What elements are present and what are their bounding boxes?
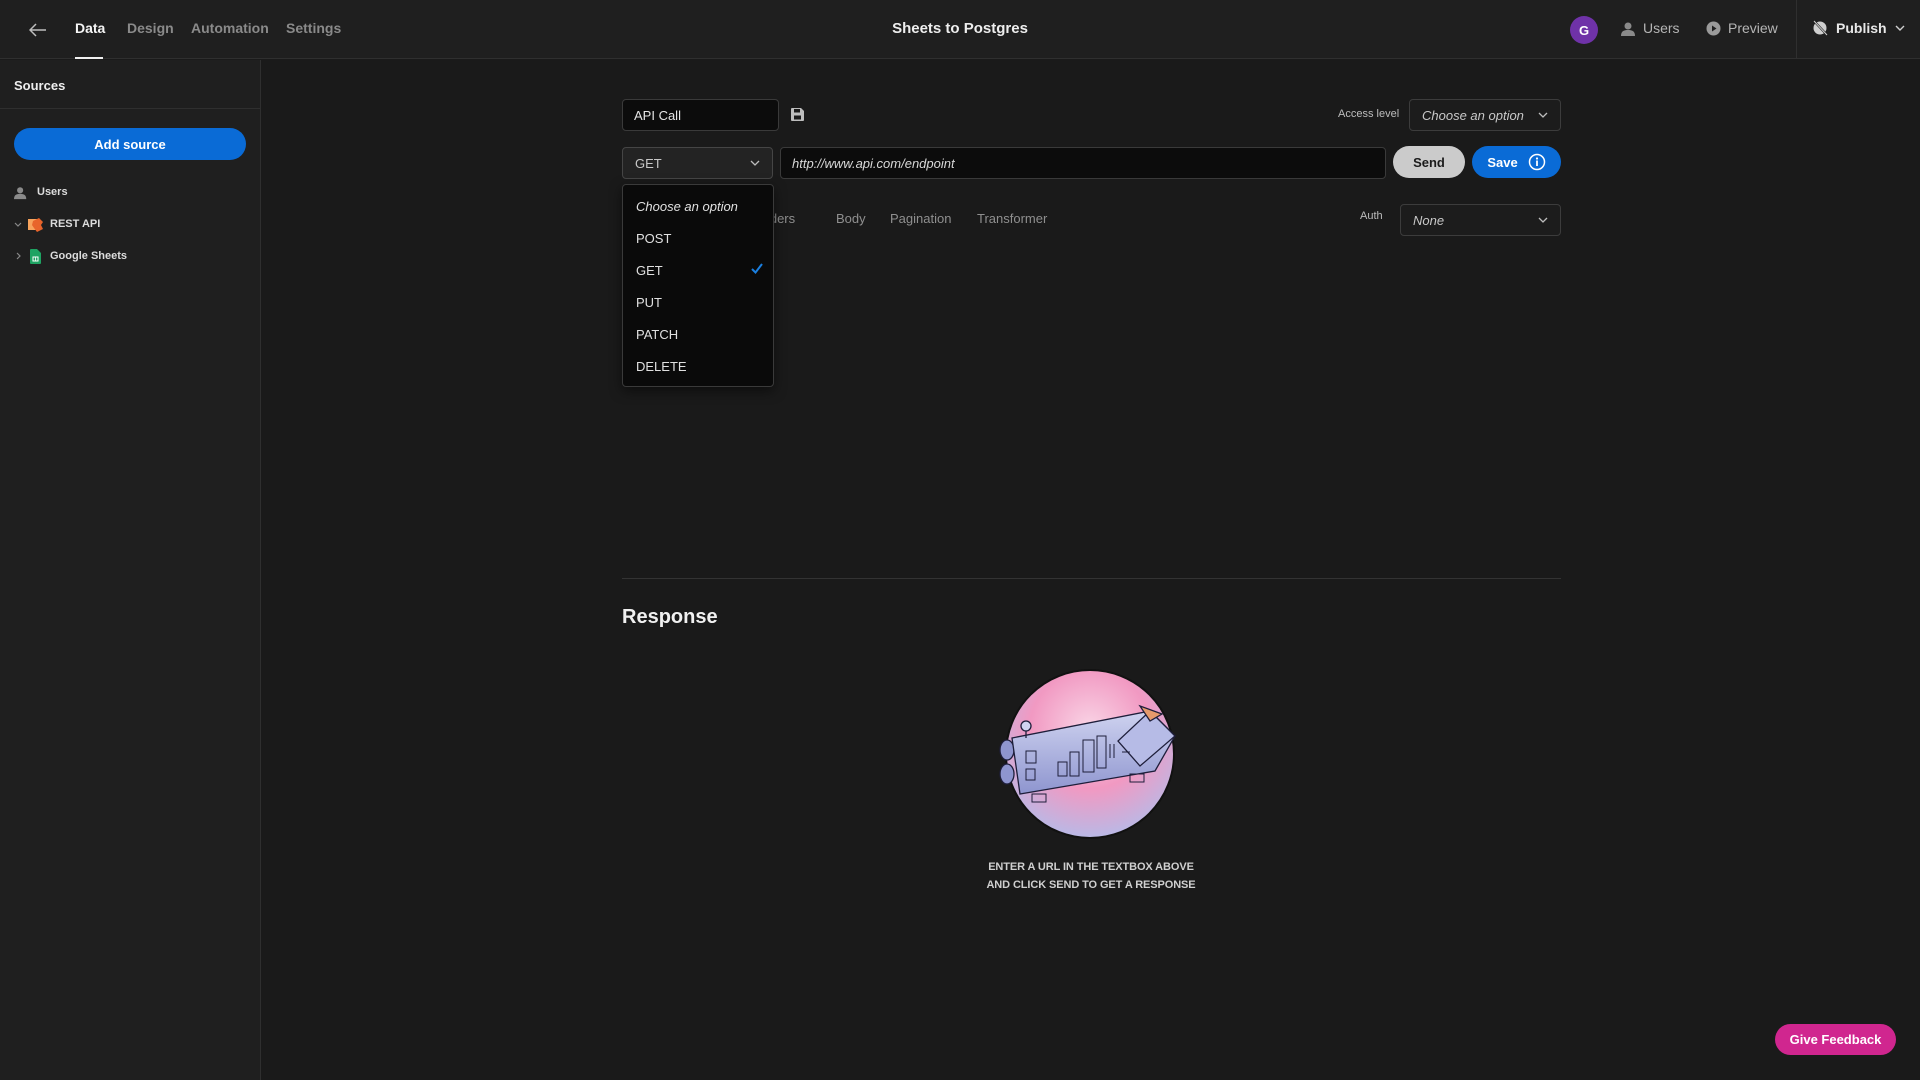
send-button[interactable]: Send (1393, 146, 1465, 178)
google-sheets-icon (30, 248, 41, 264)
avatar[interactable]: G (1570, 16, 1598, 44)
info-icon[interactable] (1528, 153, 1546, 171)
dropdown-option-put[interactable]: PUT (623, 289, 773, 315)
url-input[interactable]: http://www.api.com/endpoint (780, 147, 1386, 179)
dropdown-option-post[interactable]: POST (623, 225, 773, 251)
active-tab-indicator (75, 57, 103, 59)
sidebar-item-label: Google Sheets (50, 250, 128, 262)
back-button[interactable] (26, 18, 50, 42)
option-label: POST (636, 230, 672, 246)
chevron-down-icon (750, 160, 760, 166)
dropdown-option-get[interactable]: GET (623, 257, 773, 283)
dropdown-placeholder[interactable]: Choose an option (623, 193, 773, 219)
users-button[interactable]: Users (1620, 20, 1680, 36)
globe-off-icon (1813, 20, 1828, 36)
rest-api-icon (28, 217, 44, 232)
spaceship-illustration (999, 669, 1176, 839)
sidebar-item-rest-api[interactable]: REST API (0, 211, 261, 237)
save-label: Save (1487, 154, 1518, 170)
tab-transformer[interactable]: Transformer (977, 211, 1047, 226)
dropdown-option-patch[interactable]: PATCH (623, 321, 773, 347)
users-icon (14, 185, 28, 200)
users-icon (1621, 22, 1635, 36)
auth-value: None (1413, 212, 1445, 228)
tab-data[interactable]: Data (75, 20, 105, 36)
app-title: Sheets to Postgres (892, 20, 1028, 37)
response-hint: ENTER A URL IN THE TEXTBOX ABOVE AND CLI… (891, 858, 1291, 894)
section-divider (622, 578, 1561, 579)
chevron-down-icon[interactable] (12, 222, 24, 227)
method-dropdown-menu: Choose an option POST GET PUT PATCH DELE… (622, 184, 774, 387)
sidebar-divider (0, 108, 261, 109)
sidebar-item-users[interactable]: Users (0, 179, 261, 205)
top-divider (1796, 0, 1797, 59)
publish-label: Publish (1836, 20, 1887, 36)
preview-button[interactable]: Preview (1706, 20, 1778, 36)
tab-automation[interactable]: Automation (191, 20, 269, 36)
add-source-button[interactable]: Add source (14, 128, 246, 160)
top-bar: Data Design Automation Settings Sheets t… (0, 0, 1920, 59)
floppy-disk-icon (791, 108, 804, 121)
response-hint-line2: AND CLICK SEND TO GET A RESPONSE (986, 879, 1196, 891)
checkmark-icon (751, 263, 763, 274)
option-label: PUT (636, 294, 662, 310)
play-icon (1706, 21, 1721, 35)
access-level-label: Access level (1338, 108, 1400, 120)
tab-settings[interactable]: Settings (286, 20, 341, 36)
method-select[interactable]: GET (622, 147, 773, 179)
publish-button[interactable]: Publish (1812, 20, 1905, 36)
sidebar-item-label: Users (37, 186, 68, 198)
preview-label: Preview (1728, 20, 1778, 36)
auth-label: Auth (1360, 210, 1383, 222)
chevron-down-icon (1895, 25, 1905, 31)
auth-select[interactable]: None (1400, 204, 1561, 236)
access-level-value: Choose an option (1422, 107, 1524, 123)
response-hint-line1: ENTER A URL IN THE TEXTBOX ABOVE (988, 861, 1194, 873)
sidebar-item-label: REST API (50, 218, 101, 230)
save-name-button[interactable] (791, 108, 804, 126)
sidebar-item-google-sheets[interactable]: Google Sheets (0, 243, 261, 269)
tab-design[interactable]: Design (127, 20, 174, 36)
chevron-right-icon[interactable] (12, 252, 24, 260)
response-title: Response (622, 606, 718, 628)
give-feedback-button[interactable]: Give Feedback (1775, 1024, 1896, 1055)
sidebar: Sources Add source Users REST API Google… (0, 60, 261, 1080)
option-label: DELETE (636, 358, 687, 374)
url-value: http://www.api.com/endpoint (792, 155, 955, 171)
save-button[interactable]: Save (1472, 146, 1561, 178)
chevron-down-icon (1538, 217, 1548, 223)
access-level-select[interactable]: Choose an option (1409, 99, 1561, 131)
sidebar-title: Sources (14, 78, 66, 93)
option-label: GET (636, 262, 663, 278)
chevron-down-icon (1538, 112, 1548, 118)
query-name-value: API Call (634, 107, 681, 123)
tab-body[interactable]: Body (836, 211, 866, 226)
arrow-left-icon (29, 23, 46, 37)
dropdown-option-delete[interactable]: DELETE (623, 353, 773, 379)
users-label: Users (1643, 20, 1680, 36)
option-label: PATCH (636, 326, 679, 342)
method-value: GET (635, 155, 662, 171)
query-name-input[interactable]: API Call (622, 99, 779, 131)
tab-pagination[interactable]: Pagination (890, 211, 951, 226)
